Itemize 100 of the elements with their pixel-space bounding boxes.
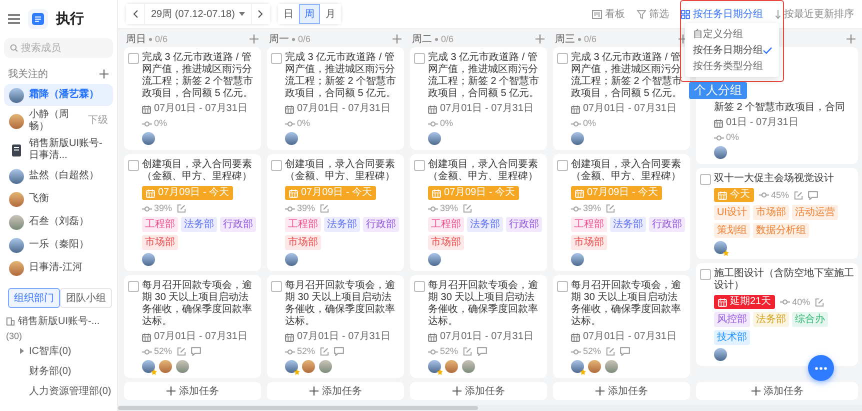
- progress-icon: [285, 120, 295, 126]
- tab[interactable]: 组织部门: [8, 288, 60, 308]
- dot-icon: [435, 38, 438, 40]
- board-view-button[interactable]: 看板: [592, 4, 625, 24]
- member-item[interactable]: 盐然（白超然）: [4, 165, 113, 187]
- next-week-button[interactable]: [252, 4, 270, 24]
- checkbox[interactable]: [700, 174, 711, 185]
- add-task-button[interactable]: 添加任务: [410, 382, 547, 400]
- scrollbar-thumb[interactable]: [118, 406, 478, 410]
- member-item[interactable]: 一乐（秦阳）: [4, 234, 113, 256]
- calendar-icon: [285, 332, 294, 342]
- dot-icon: [292, 38, 295, 40]
- column-title: 周三: [555, 33, 575, 46]
- checkbox[interactable]: [557, 281, 568, 292]
- due-badge: 07月09日 - 今天: [285, 186, 376, 200]
- menu-item[interactable]: 自定义分组: [685, 26, 779, 42]
- sort-button[interactable]: 按最近更新排序: [775, 4, 854, 24]
- view-tab[interactable]: 周: [298, 4, 320, 24]
- view-tab[interactable]: 月: [320, 4, 341, 24]
- add-task-button[interactable]: 添加任务: [267, 382, 404, 400]
- calendar-icon: [571, 332, 580, 342]
- star-icon: [580, 369, 586, 375]
- add-icon[interactable]: [846, 34, 856, 44]
- tree-item[interactable]: IC智库(0): [4, 341, 113, 361]
- tag: 行政部: [363, 217, 399, 232]
- star-icon: [723, 250, 729, 256]
- calendar-icon: [575, 188, 584, 198]
- previous-week-button[interactable]: [126, 4, 144, 24]
- section-title: 我关注的: [8, 68, 48, 81]
- due-badge: 07月09日 - 今天: [142, 186, 234, 200]
- task-title: 创建项目，录入合同要素（金额、甲方、里程碑）: [428, 159, 539, 183]
- checkbox[interactable]: [414, 53, 425, 64]
- filter-icon: [637, 10, 646, 18]
- add-icon[interactable]: [249, 34, 259, 44]
- checkbox[interactable]: [128, 281, 139, 292]
- checkbox[interactable]: [700, 269, 711, 280]
- progress-text: 0%: [726, 132, 740, 143]
- add-icon[interactable]: [678, 34, 688, 44]
- checkbox[interactable]: [271, 160, 282, 171]
- calendar-icon: [146, 188, 155, 198]
- member-item[interactable]: 小静（周畅） 下级: [4, 107, 113, 135]
- tree-item[interactable]: 财务部(0): [4, 361, 113, 381]
- menu-item[interactable]: 按任务类型分组: [685, 58, 779, 74]
- member-item[interactable]: 销售新版UI账号-日事清...: [4, 136, 113, 164]
- progress-icon: [142, 206, 152, 212]
- task-title: 新签 2 个智慧市政项目，合同: [714, 102, 846, 114]
- member-item[interactable]: 日事清-江河: [4, 257, 113, 279]
- search-field[interactable]: 搜索成员: [4, 38, 113, 58]
- plus-icon: [452, 386, 462, 396]
- member-item[interactable]: 飞衡: [4, 188, 113, 210]
- member-item[interactable]: 霜降（潘艺霖）: [4, 84, 113, 106]
- progress-text: 52%: [583, 346, 602, 357]
- progress-icon: [428, 120, 438, 126]
- progress-text: 39%: [583, 203, 602, 214]
- filter-button[interactable]: 筛选: [637, 4, 669, 24]
- calendar-icon: [285, 104, 294, 114]
- grid-icon: [681, 10, 690, 18]
- tree-item[interactable]: 销售新版UI账号-... (30): [4, 314, 113, 341]
- tag: 工程部: [285, 217, 321, 232]
- week-selector[interactable]: 29周 (07.12-07.18): [144, 4, 252, 24]
- calendar-icon: [142, 332, 151, 342]
- progress-icon: [714, 134, 724, 140]
- add-icon[interactable]: [535, 34, 545, 44]
- checkbox[interactable]: [271, 53, 282, 64]
- checkbox[interactable]: [557, 160, 568, 171]
- add-task-button[interactable]: 添加任务: [696, 382, 858, 400]
- checkbox[interactable]: [414, 281, 425, 292]
- checkbox[interactable]: [557, 53, 568, 64]
- tag: 数据分析组: [753, 223, 809, 238]
- checkbox[interactable]: [271, 281, 282, 292]
- progress-text: 45%: [771, 190, 790, 200]
- progress-icon: [571, 206, 581, 212]
- progress-text: 0%: [583, 118, 596, 129]
- avatar: [9, 114, 24, 128]
- due-badge: 今天: [714, 188, 754, 202]
- group-by-button[interactable]: 按任务日期分组: [681, 4, 763, 24]
- avatar: [9, 192, 24, 206]
- view-tab[interactable]: 日: [278, 4, 299, 24]
- add-task-button[interactable]: 添加任务: [124, 382, 261, 400]
- menu-item[interactable]: 按任务日期分组: [685, 42, 779, 58]
- checkbox[interactable]: [128, 53, 139, 64]
- caret-down-icon: [238, 12, 245, 16]
- plus-icon: [595, 386, 605, 396]
- member-item[interactable]: 石叁（刘磊）: [4, 211, 113, 233]
- list-icon: [32, 13, 44, 25]
- checkbox[interactable]: [414, 160, 425, 171]
- add-task-button[interactable]: 添加任务: [553, 382, 690, 400]
- progress-text: 39%: [297, 203, 316, 214]
- more-button[interactable]: [808, 355, 834, 381]
- progress-icon: [571, 348, 581, 354]
- add-icon[interactable]: [392, 34, 402, 44]
- tag: 活动运营: [792, 205, 838, 220]
- tree-item[interactable]: 人力资源管理部(0): [4, 381, 113, 401]
- task-title: 施工图设计（含防空地下室施工设计）: [714, 268, 854, 292]
- tab[interactable]: 团队小组: [60, 288, 112, 308]
- tag: 技术部: [714, 330, 750, 345]
- task-title: 每月召开回款专项会，逾期 30 天以上项目启动法务催收，确保季度回款率达标。: [142, 280, 253, 328]
- task-title: 完成 3 亿元市政道路 / 管网产值，推进城区雨污分流工程；新签 2 个智慧市政项目，合同额 5 亿元。: [571, 52, 684, 100]
- checkbox[interactable]: [128, 160, 139, 171]
- board-icon: [592, 10, 602, 18]
